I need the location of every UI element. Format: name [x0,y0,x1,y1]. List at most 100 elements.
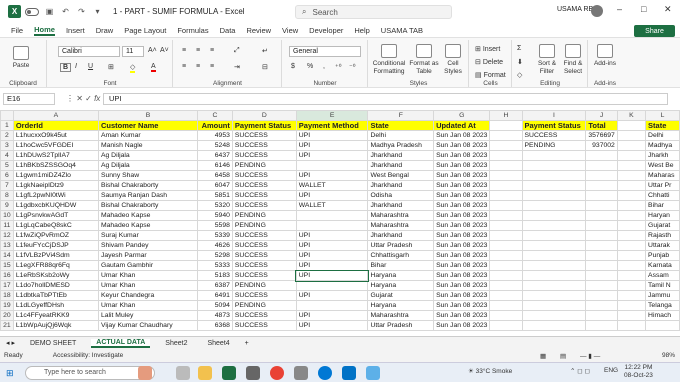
sheet-tab-sheet2[interactable]: Sheet2 [160,340,192,347]
cell[interactable]: L1eRbSKsb2oWy [12,270,99,281]
cell[interactable] [616,120,647,131]
cell[interactable]: Umar Khan [97,300,198,311]
cell[interactable]: Sun Jan 08 2023 [433,130,491,141]
cell[interactable] [489,270,523,281]
cell[interactable]: Sun Jan 08 2023 [433,320,491,331]
cell[interactable]: WALLET [295,180,369,191]
cell[interactable]: 5333 [196,260,233,271]
cell[interactable] [489,250,523,261]
fill-icon[interactable]: ⬇ [517,58,523,66]
cell[interactable]: SUCCESS [231,190,297,201]
cell[interactable]: Jharkhand [367,230,435,241]
increase-decimal-icon[interactable]: ⁺⁰ [335,63,342,71]
file-explorer-icon[interactable] [198,366,212,380]
ribbon-tab-developer[interactable]: Developer [309,26,343,35]
column-header-G[interactable]: G [433,110,491,121]
cell[interactable]: Keyur Chandegra [97,290,198,301]
cell[interactable]: L1hDUwS2TplIA7 [12,150,99,161]
k-column-cell[interactable]: Tamil N [645,280,680,291]
cell[interactable]: Ag Diljala [97,150,198,161]
align-left-icon[interactable]: ≡ [182,63,186,70]
cell[interactable] [585,290,618,301]
cell[interactable] [489,150,523,161]
cell[interactable]: UPI [295,130,369,141]
cell[interactable]: Sun Jan 08 2023 [433,300,491,311]
cell-styles-button[interactable]: Cell Styles [441,44,465,76]
cell[interactable]: L1c4FFyeatRKK9 [12,310,99,321]
cell-table[interactable]: ABCDEFGHIJKL 1 OrderId Customer Name Amount… [0,110,680,331]
k-column-cell[interactable]: Madhya [645,140,680,151]
cell[interactable] [616,220,647,231]
borders-icon[interactable]: ⊞ [108,63,114,71]
cell[interactable]: Suraj Kumar [97,230,198,241]
cell[interactable]: Sun Jan 08 2023 [433,280,491,291]
cell[interactable]: Vijay Kumar Chaudhary [97,320,198,331]
cell[interactable]: Saumya Ranjan Dash [97,190,198,201]
cell[interactable]: UPI [295,140,369,151]
k-column-cell[interactable]: Maharas [645,170,680,181]
row-header[interactable]: 15 [0,260,14,271]
cell[interactable]: Sun Jan 08 2023 [433,180,491,191]
cell[interactable] [585,150,618,161]
cell[interactable]: L1fwZiQPvRmOZ [12,230,99,241]
cell[interactable] [616,190,647,201]
cell[interactable] [585,160,618,171]
cell[interactable]: 6368 [196,320,233,331]
summary-cell[interactable]: SUCCESS [521,130,587,141]
cell[interactable]: Maharashtra [367,310,435,321]
header-cell[interactable]: State [367,120,435,131]
edge-icon[interactable] [318,366,332,380]
cell[interactable]: Jharkhand [367,150,435,161]
row-header[interactable]: 6 [0,170,14,181]
cell[interactable] [295,210,369,221]
wrap-text-icon[interactable]: ↵ [262,47,268,55]
cell[interactable] [616,230,647,241]
cell[interactable] [489,280,523,291]
orientation-icon[interactable]: ⤢ [234,47,240,55]
cell[interactable]: SUCCESS [231,290,297,301]
cell[interactable]: Odisha [367,190,435,201]
cell[interactable]: SUCCESS [231,310,297,321]
cell[interactable]: SUCCESS [231,200,297,211]
cell[interactable]: Jayesh Parmar [97,250,198,261]
cell[interactable]: Madhya Pradesh [367,140,435,151]
row-header[interactable]: 9 [0,200,14,211]
cell[interactable] [489,220,523,231]
cell[interactable]: 6047 [196,180,233,191]
cell[interactable]: UPI [295,260,369,271]
cell[interactable]: Haryana [367,270,435,281]
cell[interactable]: L1feuFYcCjDSJP [12,240,99,251]
redo-icon[interactable]: ↷ [76,6,87,17]
k-column-cell[interactable]: Uttarak [645,240,680,251]
cell[interactable]: 5851 [196,190,233,201]
autosave-toggle[interactable] [25,7,39,16]
cell[interactable]: Aman Kumar [97,130,198,141]
maximize-button[interactable]: □ [641,4,646,14]
cell[interactable] [521,180,587,191]
cell[interactable]: Mahadeo Kapse [97,220,198,231]
cell[interactable] [585,270,618,281]
cell[interactable] [489,210,523,221]
cell[interactable]: L1hucxxO9k45ut [12,130,99,141]
cell[interactable]: UPI [295,250,369,261]
row-header[interactable]: 12 [0,230,14,241]
page-layout-icon[interactable]: ▤ [560,352,566,360]
ribbon-tab-file[interactable]: File [11,26,23,35]
decrease-decimal-icon[interactable]: ⁻⁰ [349,63,356,71]
column-header-F[interactable]: F [367,110,435,121]
cell[interactable] [489,170,523,181]
cell[interactable] [616,290,647,301]
close-button[interactable]: ✕ [664,4,672,15]
cell[interactable]: SUCCESS [231,240,297,251]
row-header[interactable]: 8 [0,190,14,201]
cell[interactable] [489,290,523,301]
k-column-cell[interactable]: Jammu [645,290,680,301]
cell[interactable]: Bihar [367,260,435,271]
align-middle-icon[interactable]: ≡ [196,47,200,54]
cell[interactable]: 5339 [196,230,233,241]
cell[interactable]: Sun Jan 08 2023 [433,250,491,261]
paste-button[interactable]: Paste [8,46,34,70]
grow-font-icon[interactable]: A˄ [148,47,157,54]
cell[interactable] [585,240,618,251]
cell[interactable]: L1gLqCabeQ8skC [12,220,99,231]
